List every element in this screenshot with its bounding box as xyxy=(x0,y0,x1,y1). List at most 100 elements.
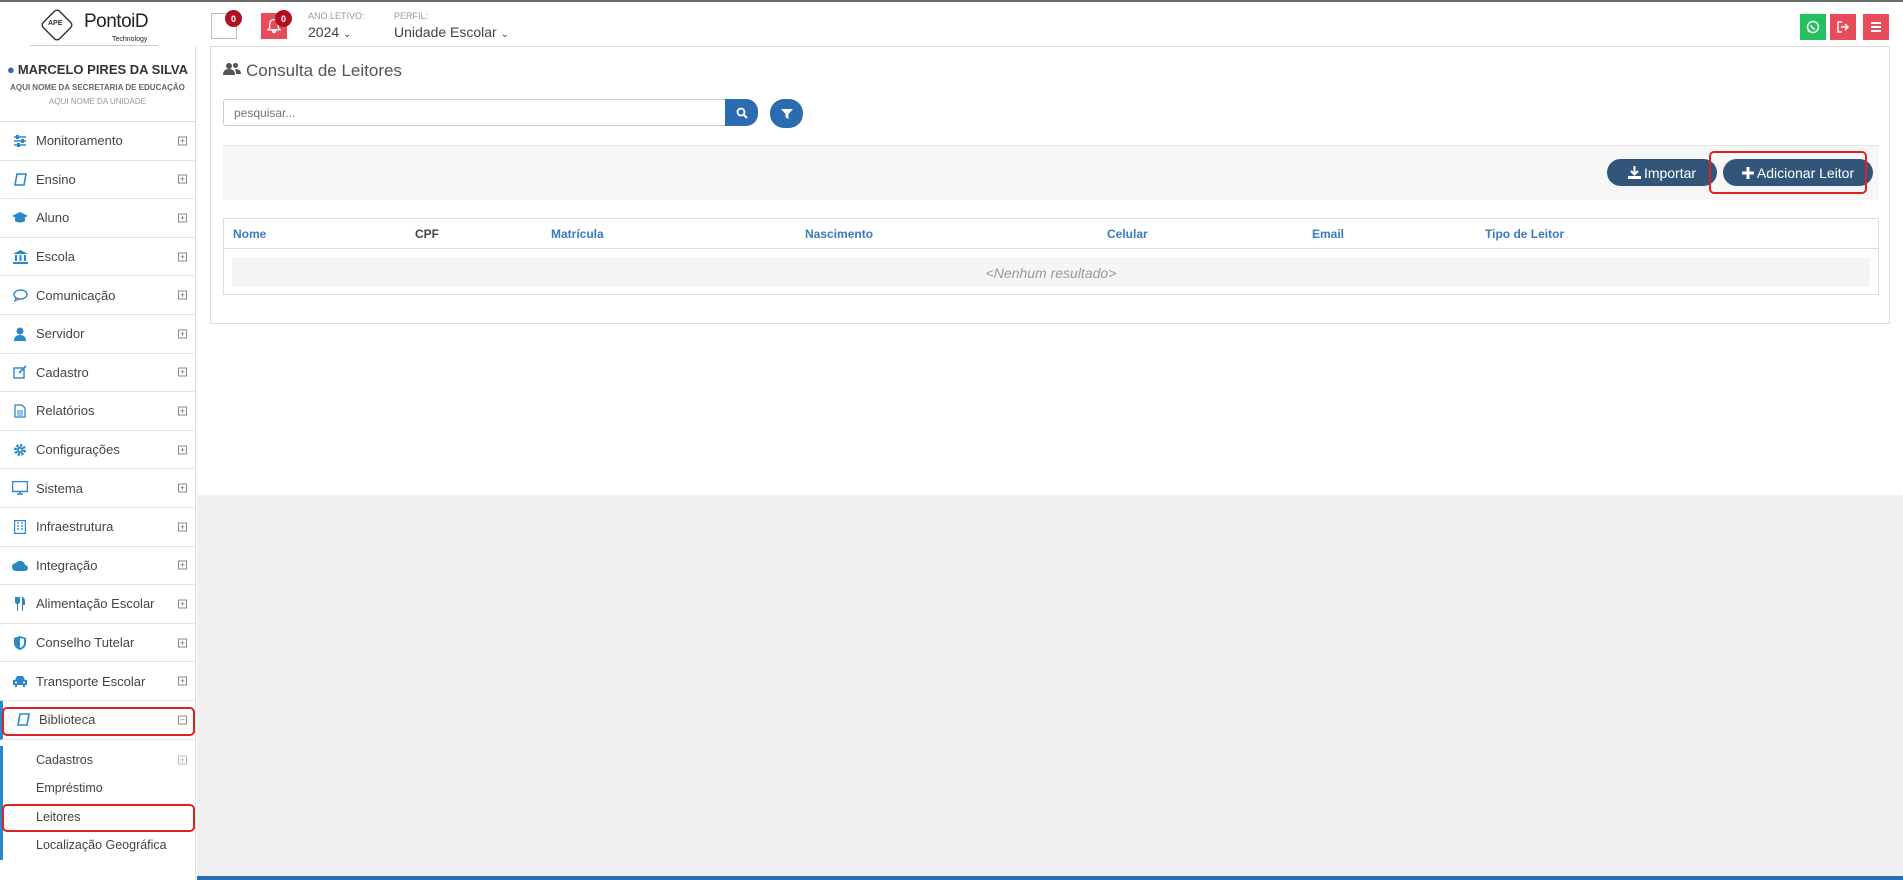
perfil-select[interactable]: Unidade Escolar ⌄ xyxy=(394,24,509,40)
expand-icon: + xyxy=(178,676,187,686)
unidade-name: AQUI NOME DA UNIDADE xyxy=(49,97,146,106)
filter-icon xyxy=(780,108,793,119)
book-icon xyxy=(10,171,30,187)
sidebar-item-label: Integração xyxy=(36,557,98,573)
sidebar-item-escola[interactable]: Escola + xyxy=(0,238,195,277)
expand-icon: + xyxy=(178,599,187,609)
sidebar-item-label: Configurações xyxy=(36,442,120,458)
search-input[interactable] xyxy=(223,99,736,126)
search-icon xyxy=(736,107,748,119)
sidebar-item-conselho-tutelar[interactable]: Conselho Tutelar + xyxy=(0,624,195,663)
page-title: Consulta de Leitores xyxy=(223,61,402,81)
import-button[interactable]: Importar xyxy=(1607,159,1717,186)
sidebar-item-comunicacao[interactable]: Comunicação + xyxy=(0,276,195,315)
submenu-item-label: Empréstimo xyxy=(36,781,103,796)
expand-icon: + xyxy=(178,560,187,570)
sliders-icon xyxy=(10,133,30,149)
expand-icon: + xyxy=(178,213,187,223)
sidebar-item-transporte-escolar[interactable]: Transporte Escolar + xyxy=(0,662,195,701)
sidebar-item-sistema[interactable]: Sistema + xyxy=(0,469,195,508)
highlight-add-leitor xyxy=(1709,151,1867,194)
bottom-accent-line xyxy=(197,876,1903,880)
sidebar-item-label: Comunicação xyxy=(36,287,116,303)
whatsapp-button[interactable] xyxy=(1800,14,1826,40)
menu-button[interactable] xyxy=(1863,14,1889,40)
submenu-item-label: Localização Geográfica xyxy=(36,838,167,853)
shield-icon xyxy=(10,635,30,651)
desktop-icon xyxy=(10,480,30,496)
empty-result-row: <Nenhum resultado> xyxy=(232,258,1870,287)
institution-icon xyxy=(10,249,30,265)
sidebar: ● MARCELO PIRES DA SILVA AQUI NOME DA SEC… xyxy=(0,46,196,880)
user-block: ● MARCELO PIRES DA SILVA AQUI NOME DA SEC… xyxy=(0,46,195,122)
edit-icon xyxy=(10,364,30,380)
perfil-label: PERFIL: xyxy=(394,11,429,21)
comment-icon xyxy=(10,287,30,303)
cloud-icon xyxy=(10,557,30,573)
logout-button[interactable] xyxy=(1830,14,1856,40)
sidebar-item-ensino[interactable]: Ensino + xyxy=(0,161,195,200)
ano-letivo-select[interactable]: 2024 ⌄ xyxy=(308,24,351,40)
sidebar-item-integracao[interactable]: Integração + xyxy=(0,547,195,586)
sidebar-item-label: Aluno xyxy=(36,210,70,226)
logo-subtitle: Technology xyxy=(112,36,148,43)
sidebar-item-label: Infraestrutura xyxy=(36,519,114,535)
sidebar-item-label: Transporte Escolar xyxy=(36,673,146,689)
submenu-item-localizacao-geografica[interactable]: Localização Geográfica xyxy=(3,831,195,860)
sidebar-item-servidor[interactable]: Servidor + xyxy=(0,315,195,354)
sidebar-item-configuracoes[interactable]: Configurações + xyxy=(0,431,195,470)
column-header-tipo-de-leitor[interactable]: Tipo de Leitor xyxy=(1485,227,1564,241)
sidebar-item-aluno[interactable]: Aluno + xyxy=(0,199,195,238)
secretaria-name: AQUI NOME DA SECRETARIA DE EDUCAÇÃO xyxy=(10,83,185,92)
sidebar-item-label: Alimentação Escolar xyxy=(36,596,155,612)
column-header-nascimento[interactable]: Nascimento xyxy=(805,227,873,241)
sidebar-item-label: Ensino xyxy=(36,171,76,187)
expand-icon: + xyxy=(178,406,187,416)
sidebar-item-monitoramento[interactable]: Monitoramento + xyxy=(0,122,195,161)
top-bar: APE PontoiD Technology 0 0 ANO LETIVO: 2… xyxy=(0,0,1903,46)
cutlery-icon xyxy=(10,596,30,612)
expand-icon: + xyxy=(178,252,187,262)
expand-icon: + xyxy=(178,638,187,648)
search-button[interactable] xyxy=(725,99,758,126)
alerts-count-badge: 0 xyxy=(275,10,292,27)
logo-brand: PontoiD xyxy=(84,11,149,32)
sidebar-item-infraestrutura[interactable]: Infraestrutura + xyxy=(0,508,195,547)
building-icon xyxy=(10,519,30,535)
column-header-email[interactable]: Email xyxy=(1312,227,1344,241)
action-bar: Importar Adicionar Leitor xyxy=(223,145,1879,200)
column-header-nome[interactable]: Nome xyxy=(233,227,266,241)
sidebar-item-alimentacao-escolar[interactable]: Alimentação Escolar + xyxy=(0,585,195,624)
notifications-count-badge: 0 xyxy=(225,10,242,27)
logo-badge: APE xyxy=(48,20,63,27)
biblioteca-submenu: Cadastros + Empréstimo Leitores Localiza… xyxy=(0,745,195,860)
sidebar-item-label: Servidor xyxy=(36,326,85,342)
expand-icon: + xyxy=(178,136,187,146)
filter-button[interactable] xyxy=(770,99,803,128)
column-header-matricula[interactable]: Matrícula xyxy=(551,227,604,241)
column-header-cpf: CPF xyxy=(415,227,439,241)
submenu-item-emprestimo[interactable]: Empréstimo xyxy=(3,774,195,803)
ano-letivo-label: ANO LETIVO: xyxy=(308,11,365,21)
expand-icon: + xyxy=(178,290,187,300)
hamburger-icon xyxy=(1871,22,1881,32)
perfil-value: Unidade Escolar xyxy=(394,24,497,40)
import-label: Importar xyxy=(1643,164,1697,181)
expand-icon: + xyxy=(178,483,187,493)
sidebar-item-relatorios[interactable]: Relatórios + xyxy=(0,392,195,431)
logo[interactable]: APE PontoiD Technology xyxy=(0,4,196,48)
cog-icon xyxy=(10,442,30,458)
sidebar-item-label: Conselho Tutelar xyxy=(36,635,135,651)
expand-icon: + xyxy=(178,755,187,765)
sidebar-item-cadastro[interactable]: Cadastro + xyxy=(0,354,195,393)
sidebar-item-label: Escola xyxy=(36,249,76,265)
leitores-table: Nome CPF Matrícula Nascimento Celular Em… xyxy=(223,218,1879,295)
main-panel: Consulta de Leitores Importar Adicionar … xyxy=(210,46,1890,324)
user-name: ● MARCELO PIRES DA SILVA xyxy=(6,62,189,77)
submenu-item-cadastros[interactable]: Cadastros + xyxy=(3,746,195,775)
column-header-celular[interactable]: Celular xyxy=(1107,227,1148,241)
car-icon xyxy=(10,673,30,689)
table-header: Nome CPF Matrícula Nascimento Celular Em… xyxy=(224,219,1878,249)
file-text-icon xyxy=(10,403,30,419)
expand-icon: + xyxy=(178,329,187,339)
